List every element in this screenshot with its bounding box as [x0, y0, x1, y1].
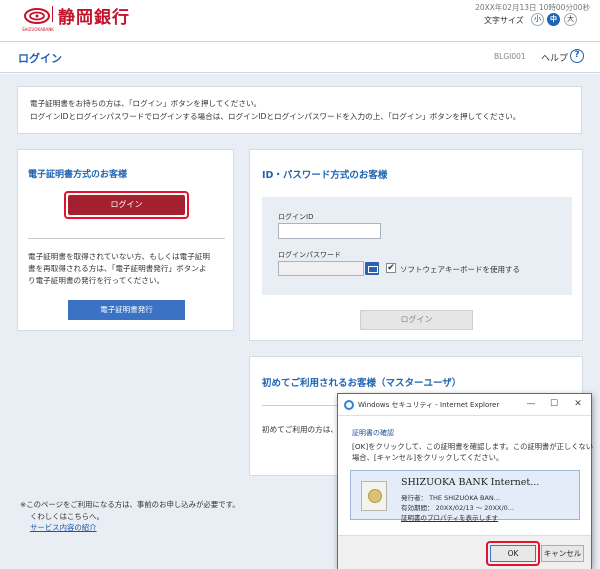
cert-issue-button[interactable]: 電子証明書発行: [68, 300, 185, 320]
id-section-title: ID・パスワード方式のお客様: [262, 170, 388, 181]
security-dialog: Windows セキュリティ - Internet Explorer — ☐ ✕…: [337, 393, 594, 569]
dialog-heading: 証明書の確認: [352, 429, 394, 437]
font-size-label: 文字サイズ: [484, 16, 524, 25]
cert-login-button[interactable]: ログイン: [68, 195, 185, 215]
master-section-text: 初めてご利用の方は、: [262, 425, 338, 434]
info-text-line1: 電子証明書をお持ちの方は、「ログイン」ボタンを押してください。: [30, 99, 262, 108]
cert-section-title: 電子証明書方式のお客様: [28, 170, 128, 180]
font-size-large-button[interactable]: 大: [564, 13, 577, 26]
service-intro-link[interactable]: サービス内容の紹介: [30, 522, 97, 533]
certificate-icon: [361, 481, 387, 511]
login-id-label: ログインID: [278, 213, 314, 221]
help-link[interactable]: ヘルプ: [541, 51, 568, 64]
software-keyboard-icon[interactable]: [365, 262, 379, 275]
internet-explorer-icon: [344, 400, 354, 410]
maximize-button[interactable]: ☐: [547, 398, 561, 410]
font-size-medium-button[interactable]: 中: [547, 13, 560, 26]
certificate-issuer: 発行者： THE SHIZUOKA BAN...: [401, 494, 500, 502]
info-panel: 電子証明書をお持ちの方は、「ログイン」ボタンを押してください。 ログインIDとロ…: [17, 86, 582, 134]
current-datetime: 20XX年02月13日 10時00分00秒: [475, 3, 590, 12]
cert-divider: [28, 238, 225, 239]
cert-text-line3: り電子証明書の発行を行ってください。: [28, 276, 165, 285]
certificate-validity: 有効期間： 20XX/02/13 ～ 20XX/0...: [401, 504, 514, 512]
cert-text-line2: 書を再取得される方は、「電子証明書発行」ボタンよ: [28, 264, 207, 273]
logo-separator: [52, 6, 53, 22]
notice-text-line2: くわしくはこちらへ。: [30, 512, 104, 521]
info-text-line2: ログインIDとログインパスワードでログインする場合は、ログインIDとログインパス…: [30, 112, 521, 121]
dialog-title: Windows セキュリティ - Internet Explorer: [358, 401, 500, 409]
id-login-button[interactable]: ログイン: [360, 310, 473, 330]
dialog-text-line2: 場合、[キャンセル]をクリックしてください。: [352, 453, 504, 462]
certificate-properties-link[interactable]: 証明書のプロパティを表示します: [401, 512, 498, 522]
password-input[interactable]: [278, 261, 364, 276]
help-icon[interactable]: ?: [570, 49, 584, 63]
screen-id: BLGI001: [494, 52, 526, 61]
dialog-footer: OK キャンセル: [338, 535, 591, 569]
id-login-panel: ID・パスワード方式のお客様 ログインID ログインパスワード ✔ ソフトウェア…: [249, 149, 583, 341]
cancel-button[interactable]: キャンセル: [541, 545, 584, 562]
notice-text-line1: ※このページをご利用になる方は、事前のお申し込みが必要です。: [20, 500, 240, 509]
page-title: ログイン: [18, 52, 62, 65]
logo-subtext: SHIZUOKABANK: [22, 27, 54, 32]
certificate-item[interactable]: SHIZUOKA BANK Internet... 発行者： THE SHIZU…: [350, 470, 580, 522]
certificate-name: SHIZUOKA BANK Internet...: [401, 477, 540, 488]
dialog-text-line1: [OK]をクリックして、この証明書を確認します。この証明書が正しくない: [352, 442, 594, 451]
cert-text-line1: 電子証明書を取得されていない方、もしくは電子証明: [28, 252, 211, 261]
dialog-titlebar: Windows セキュリティ - Internet Explorer — ☐ ✕: [338, 394, 591, 416]
close-button[interactable]: ✕: [571, 398, 585, 410]
id-form-area: ログインID ログインパスワード ✔ ソフトウェアキーボードを使用する: [262, 197, 572, 295]
master-section-title: 初めてご利用されるお客様（マスターユーザ）: [262, 378, 462, 389]
login-id-input[interactable]: [278, 223, 381, 239]
bank-name: 静岡銀行: [58, 8, 130, 28]
cert-login-panel: 電子証明書方式のお客様 ログイン 電子証明書を取得されていない方、もしくは電子証…: [17, 149, 234, 331]
font-size-small-button[interactable]: 小: [531, 13, 544, 26]
software-keyboard-label: ソフトウェアキーボードを使用する: [400, 265, 520, 274]
password-label: ログインパスワード: [278, 251, 341, 259]
header: SHIZUOKABANK 静岡銀行 20XX年02月13日 10時00分00秒 …: [0, 0, 600, 38]
minimize-button[interactable]: —: [524, 398, 538, 410]
ok-button[interactable]: OK: [490, 545, 536, 562]
bank-logo-icon: [24, 8, 50, 24]
software-keyboard-checkbox[interactable]: ✔: [386, 263, 396, 273]
title-bar: ログイン BLGI001 ヘルプ ?: [0, 41, 600, 73]
